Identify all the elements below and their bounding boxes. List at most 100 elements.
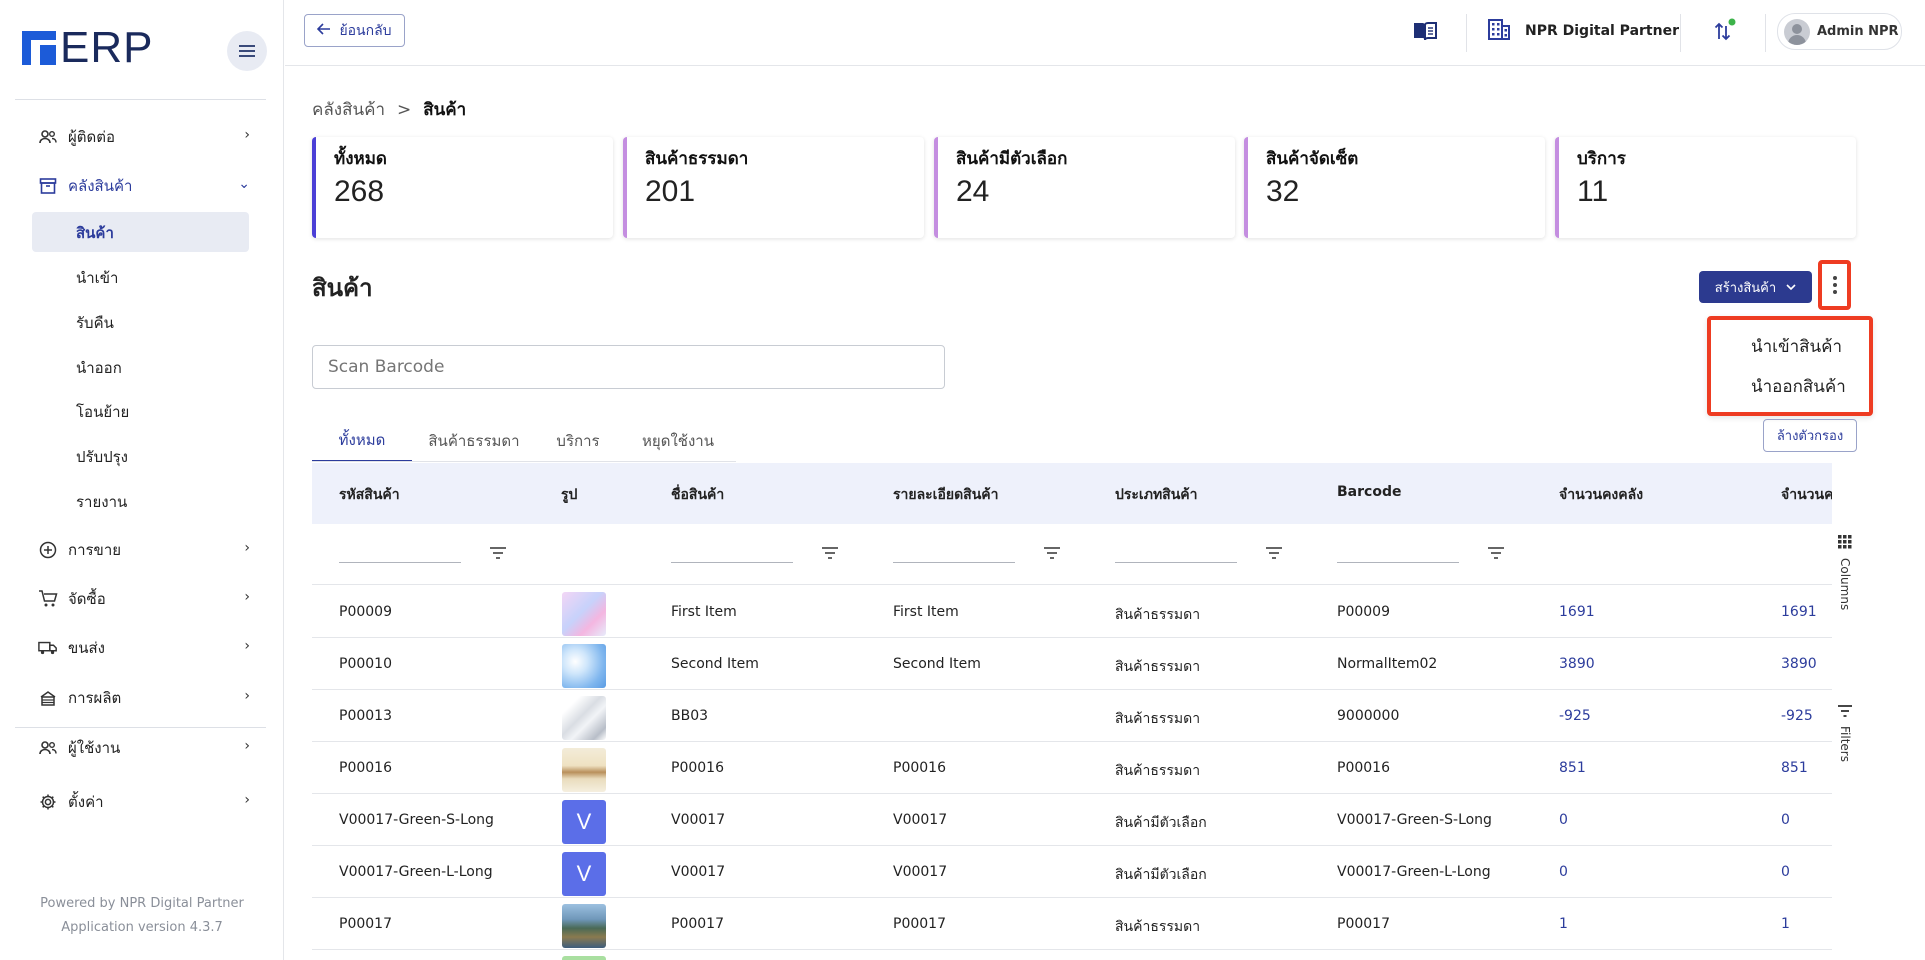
cell-detail: P00017 — [893, 916, 946, 932]
column-header-quantity[interactable]: จำนวนค — [1781, 484, 1832, 506]
stat-card-service[interactable]: บริการ 11 — [1555, 137, 1856, 238]
cell-quantity[interactable]: 851 — [1781, 760, 1808, 776]
sidebar-subitem-products[interactable]: สินค้า — [76, 221, 114, 245]
filter-input-code[interactable] — [339, 562, 461, 563]
table-filter-row — [312, 524, 1832, 585]
manual-book-icon[interactable] — [1412, 20, 1438, 42]
chevron-right-icon: › — [244, 738, 250, 754]
sidebar-item-label: ตั้งค่า — [68, 793, 104, 811]
cell-stock[interactable]: 851 — [1559, 760, 1586, 776]
sidebar-item-users[interactable]: ผู้ใช้งาน › — [38, 734, 258, 762]
sidebar-item-warehouse[interactable]: คลังสินค้า ⌄ — [38, 172, 258, 200]
sidebar-subitem-adjust[interactable]: ปรับปรุง — [76, 445, 128, 469]
sidebar-item-label: คลังสินค้า — [68, 177, 133, 195]
column-header-name[interactable]: ชื่อสินค้า — [671, 484, 724, 506]
filter-icon[interactable] — [1488, 547, 1504, 561]
erp-logo[interactable]: ERP — [22, 26, 153, 70]
tab-all[interactable]: ทั้งหมด — [312, 420, 412, 462]
sidebar-divider — [15, 99, 266, 100]
column-header-barcode[interactable]: Barcode — [1337, 484, 1401, 500]
table-row[interactable]: P00013 BB03 สินค้าธรรมดา 9000000 -925 -9… — [312, 690, 1832, 742]
filter-lines-icon — [1838, 705, 1852, 720]
columns-panel-toggle[interactable]: Columns — [1836, 535, 1854, 610]
scan-barcode-input[interactable] — [312, 345, 945, 389]
column-header-detail[interactable]: รายละเอียดสินค้า — [893, 484, 999, 506]
menu-item-import-product[interactable]: นำเข้าสินค้า — [1751, 333, 1842, 360]
cell-detail: V00017 — [893, 812, 948, 828]
menu-item-export-product[interactable]: นำออกสินค้า — [1751, 373, 1846, 400]
sidebar-item-sales[interactable]: การขาย › — [38, 536, 258, 564]
cell-stock[interactable]: 0 — [1559, 864, 1568, 880]
cell-stock[interactable]: 1691 — [1559, 604, 1595, 620]
cell-stock[interactable]: -925 — [1559, 708, 1591, 724]
cell-stock[interactable]: 3890 — [1559, 656, 1595, 672]
cell-quantity[interactable]: 0 — [1781, 812, 1790, 828]
filter-input-detail[interactable] — [893, 562, 1015, 563]
company-switcher[interactable]: NPR Digital Partner — [1487, 18, 1679, 44]
user-menu-button[interactable]: Admin NPR — [1777, 13, 1902, 50]
table-row[interactable] — [312, 950, 1832, 960]
tab-inactive[interactable]: หยุดใช้งาน — [620, 420, 736, 462]
table-row[interactable]: P00017 P00017 P00017 สินค้าธรรมดา P00017… — [312, 898, 1832, 950]
sidebar-subitem-transfer[interactable]: โอนย้าย — [76, 400, 129, 424]
filter-icon[interactable] — [1266, 547, 1282, 561]
sidebar-subitem-return[interactable]: รับคืน — [76, 311, 114, 335]
cell-quantity[interactable]: 1 — [1781, 916, 1790, 932]
table-row[interactable]: V00017-Green-S-Long V V00017 V00017 สินค… — [312, 794, 1832, 846]
topbar-divider — [1466, 14, 1467, 52]
cell-quantity[interactable]: -925 — [1781, 708, 1813, 724]
table-row[interactable]: P00010 Second Item Second Item สินค้าธรร… — [312, 638, 1832, 690]
chevron-down-icon: ⌄ — [238, 176, 250, 192]
more-options-button[interactable] — [1818, 260, 1851, 310]
sidebar-item-contacts[interactable]: ผู้ติดต่อ › — [38, 123, 258, 151]
filters-panel-toggle[interactable]: Filters — [1836, 705, 1854, 762]
breadcrumb-parent[interactable]: คลังสินค้า — [312, 96, 385, 123]
footer-powered-by: Powered by NPR Digital Partner — [40, 896, 244, 911]
create-product-button[interactable]: สร้างสินค้า — [1699, 271, 1812, 303]
logo-text: ERP — [60, 23, 154, 72]
sidebar-subitem-import[interactable]: นำเข้า — [76, 266, 118, 290]
tab-service[interactable]: บริการ — [536, 420, 620, 462]
table-row[interactable]: V00017-Green-L-Long V V00017 V00017 สินค… — [312, 846, 1832, 898]
column-header-type[interactable]: ประเภทสินค้า — [1115, 484, 1198, 506]
stat-card-variant[interactable]: สินค้ามีตัวเลือก 24 — [934, 137, 1235, 238]
stat-card-normal[interactable]: สินค้าธรรมดา 201 — [623, 137, 924, 238]
cell-quantity[interactable]: 1691 — [1781, 604, 1817, 620]
stat-card-all[interactable]: ทั้งหมด 268 — [312, 137, 613, 238]
tab-normal[interactable]: สินค้าธรรมดา — [412, 420, 536, 462]
filter-icon[interactable] — [490, 547, 506, 561]
cell-quantity[interactable]: 3890 — [1781, 656, 1817, 672]
column-header-image[interactable]: รูป — [561, 484, 577, 506]
filter-input-barcode[interactable] — [1337, 562, 1459, 563]
filter-input-name[interactable] — [671, 562, 793, 563]
cell-quantity[interactable]: 0 — [1781, 864, 1790, 880]
clear-filters-button[interactable]: ล้างตัวกรอง — [1763, 419, 1857, 452]
filter-input-type[interactable] — [1115, 562, 1237, 563]
breadcrumb-separator: > — [397, 99, 412, 120]
switch-arrows-icon[interactable] — [1712, 18, 1738, 44]
cell-stock[interactable]: 0 — [1559, 812, 1568, 828]
filter-icon[interactable] — [1044, 547, 1060, 561]
filter-icon[interactable] — [822, 547, 838, 561]
menu-toggle-button[interactable] — [227, 31, 267, 71]
sidebar-item-settings[interactable]: ตั้งค่า › — [38, 788, 258, 816]
sidebar-item-purchasing[interactable]: จัดซื้อ › — [38, 585, 258, 613]
warehouse-icon — [38, 176, 58, 196]
chevron-down-icon — [1786, 280, 1796, 295]
sidebar-subitem-report[interactable]: รายงาน — [76, 490, 127, 514]
back-button[interactable]: ย้อนกลับ — [304, 14, 405, 47]
cell-barcode: P00009 — [1337, 604, 1390, 620]
sidebar-item-shipping[interactable]: ขนส่ง › — [38, 634, 258, 662]
cell-stock[interactable]: 1 — [1559, 916, 1568, 932]
table-row[interactable]: P00009 First Item First Item สินค้าธรรมด… — [312, 586, 1832, 638]
cell-type: สินค้ามีตัวเลือก — [1115, 867, 1207, 883]
stat-card-bundle[interactable]: สินค้าจัดเซ็ต 32 — [1244, 137, 1545, 238]
column-header-stock[interactable]: จำนวนคงคลัง — [1559, 484, 1643, 506]
table-row[interactable]: P00016 P00016 P00016 สินค้าธรรมดา P00016… — [312, 742, 1832, 794]
sidebar-subitem-export[interactable]: นำออก — [76, 356, 122, 380]
sidebar-item-label: จัดซื้อ — [68, 590, 106, 608]
column-header-code[interactable]: รหัสสินค้า — [339, 484, 400, 506]
sidebar-item-production[interactable]: การผลิต › — [38, 684, 258, 712]
stat-card-value: 201 — [645, 175, 696, 208]
breadcrumb-current: สินค้า — [423, 100, 467, 120]
